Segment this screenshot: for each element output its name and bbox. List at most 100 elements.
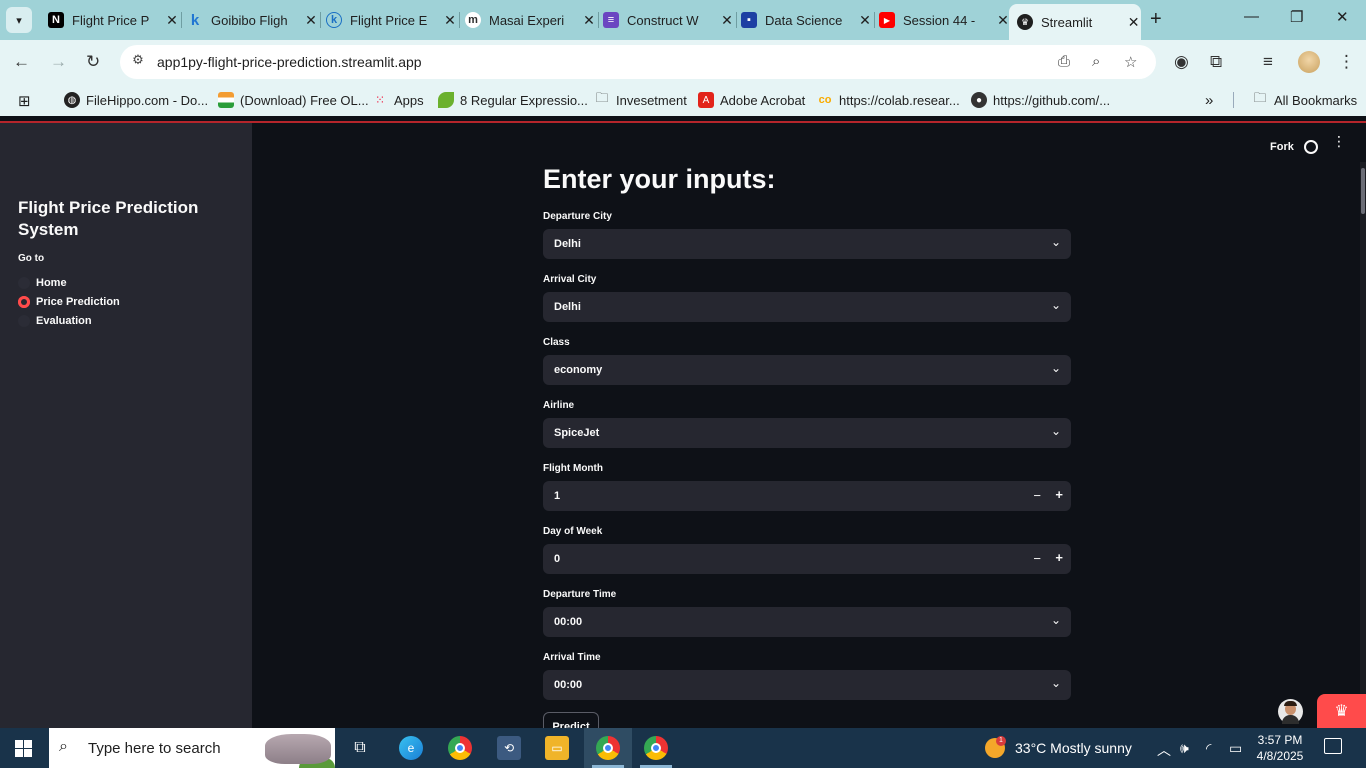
- flight-month-input[interactable]: 1 − +: [543, 481, 1071, 511]
- windows-start-icon[interactable]: [15, 740, 32, 757]
- number-value[interactable]: 0: [554, 553, 560, 565]
- profile-avatar[interactable]: [1298, 51, 1320, 73]
- airline-label: Airline: [543, 400, 575, 411]
- chevron-down-icon: ⌄: [1050, 235, 1061, 249]
- increment-button[interactable]: +: [1055, 487, 1063, 502]
- url-text[interactable]: app1py-flight-price-prediction.streamlit…: [157, 54, 422, 70]
- day-of-week-input[interactable]: 0 − +: [543, 544, 1071, 574]
- search-placeholder[interactable]: Type here to search: [88, 740, 221, 757]
- fork-button[interactable]: Fork: [1270, 141, 1294, 153]
- tab-search-button[interactable]: ▾: [6, 7, 32, 33]
- tab-goibibo[interactable]: k Goibibo Fligh ✕: [179, 6, 321, 34]
- departure-city-select[interactable]: Delhi ⌄: [543, 229, 1071, 259]
- install-app-icon[interactable]: ⎙: [1058, 53, 1070, 70]
- taskbar-search-box[interactable]: ⌕ Type here to search: [49, 728, 335, 768]
- streamlit-crown-button[interactable]: ♛: [1317, 694, 1366, 728]
- bookmark-apps[interactable]: ⁙ Apps: [372, 92, 424, 108]
- apps-grid-icon[interactable]: ⊞: [18, 92, 31, 110]
- chevron-down-icon: ▾: [16, 14, 22, 27]
- restore-button[interactable]: ❐: [1290, 8, 1303, 26]
- bookmark-label: (Download) Free OL...: [240, 92, 369, 108]
- extension-mouse-icon[interactable]: ◉: [1174, 52, 1189, 72]
- bookmark-github[interactable]: ● https://github.com/...: [971, 92, 1110, 108]
- bookmark-colab[interactable]: co https://colab.resear...: [817, 92, 960, 108]
- decrement-button[interactable]: −: [1033, 551, 1041, 566]
- tab-flight-price-1[interactable]: N Flight Price P ✕: [40, 6, 182, 34]
- scrollbar-track[interactable]: [1360, 162, 1366, 728]
- arrival-time-select[interactable]: 00:00 ⌄: [543, 670, 1071, 700]
- system-clock[interactable]: 3:57 PM 4/8/2025: [1250, 732, 1310, 764]
- weather-text[interactable]: 33°C Mostly sunny: [1015, 740, 1132, 756]
- zoom-icon[interactable]: ⌕: [1092, 53, 1100, 70]
- bookmark-filehippo[interactable]: ◍ FileHippo.com - Do...: [64, 92, 208, 108]
- volume-icon[interactable]: 🕪: [1180, 740, 1189, 757]
- flight-month-label: Flight Month: [543, 463, 603, 474]
- bookmark-download-free[interactable]: (Download) Free OL...: [218, 92, 369, 108]
- number-value[interactable]: 1: [554, 490, 560, 502]
- search-highlight-hippo-icon[interactable]: [265, 734, 331, 764]
- address-bar[interactable]: ⚙ app1py-flight-price-prediction.streaml…: [120, 45, 1156, 79]
- tab-masai[interactable]: m Masai Experi ✕: [457, 6, 599, 34]
- back-arrow-icon[interactable]: ←: [13, 52, 30, 72]
- sidebar-item-evaluation[interactable]: Evaluation: [18, 315, 92, 327]
- sidebar-item-price-prediction[interactable]: Price Prediction: [18, 296, 120, 308]
- chrome-profile-icon[interactable]: [596, 736, 620, 760]
- tab-streamlit[interactable]: ♛ Streamlit ✕: [1009, 4, 1141, 40]
- task-view-icon[interactable]: ⧉: [348, 736, 372, 760]
- airline-select[interactable]: SpiceJet ⌄: [543, 418, 1071, 448]
- departure-time-select[interactable]: 00:00 ⌄: [543, 607, 1071, 637]
- chrome-menu-icon[interactable]: ⋮: [1338, 52, 1355, 72]
- window-close-button[interactable]: ✕: [1336, 8, 1349, 26]
- close-icon[interactable]: ✕: [303, 12, 319, 29]
- media-control-icon[interactable]: ≡: [1263, 52, 1273, 72]
- radio-button[interactable]: [18, 315, 30, 327]
- tab-data-science[interactable]: ▪ Data Science ✕: [733, 6, 875, 34]
- all-bookmarks[interactable]: 🗀 All Bookmarks: [1252, 90, 1358, 108]
- chrome-icon[interactable]: [448, 736, 472, 760]
- site-info-icon[interactable]: ⚙: [128, 52, 148, 72]
- new-tab-button[interactable]: +: [1150, 8, 1162, 31]
- scrollbar-thumb[interactable]: [1361, 168, 1365, 214]
- tab-construct[interactable]: ≡ Construct W ✕: [595, 6, 737, 34]
- close-icon[interactable]: ✕: [1126, 14, 1141, 31]
- close-icon[interactable]: ✕: [442, 12, 458, 29]
- more-bookmarks-chevron[interactable]: »: [1205, 92, 1213, 109]
- class-select[interactable]: economy ⌄: [543, 355, 1071, 385]
- radio-button[interactable]: [18, 277, 30, 289]
- kaggle-icon: k: [326, 12, 342, 28]
- close-icon[interactable]: ✕: [164, 12, 180, 29]
- windows-taskbar: ⌕ Type here to search ⧉ e ⟲ ▭ 1 33°C Mos…: [0, 728, 1366, 768]
- notification-center-icon[interactable]: [1324, 738, 1342, 754]
- reload-icon[interactable]: ↻: [86, 52, 100, 72]
- increment-button[interactable]: +: [1055, 550, 1063, 565]
- notion-icon: N: [48, 12, 64, 28]
- user-avatar[interactable]: [1278, 699, 1303, 724]
- predict-button[interactable]: Predict: [543, 712, 599, 728]
- tab-flight-price-2[interactable]: k Flight Price E ✕: [318, 6, 460, 34]
- bookmark-label: Adobe Acrobat: [720, 92, 806, 108]
- decrement-button[interactable]: −: [1033, 488, 1041, 503]
- masai-icon: m: [465, 12, 481, 28]
- extensions-puzzle-icon[interactable]: ⧉: [1210, 52, 1222, 72]
- minimize-button[interactable]: —: [1244, 8, 1259, 25]
- sidebar-item-home[interactable]: Home: [18, 277, 67, 289]
- tab-session-44[interactable]: ▶ Session 44 - ✕: [871, 6, 1011, 34]
- bookmark-star-icon[interactable]: ☆: [1124, 53, 1137, 71]
- tab-title: Session 44 -: [903, 12, 976, 28]
- mysql-workbench-icon[interactable]: ⟲: [497, 736, 521, 760]
- bookmark-invesetment[interactable]: 🗀 Invesetment: [594, 90, 686, 108]
- chrome-profile-p-icon[interactable]: [644, 736, 668, 760]
- wifi-icon[interactable]: ◜: [1206, 740, 1211, 757]
- bookmark-regex[interactable]: 8 Regular Expressio...: [438, 92, 588, 108]
- main-menu-icon[interactable]: ⋮: [1332, 134, 1346, 148]
- tray-chevron-up-icon[interactable]: ︿: [1157, 740, 1171, 760]
- arrival-city-select[interactable]: Delhi ⌄: [543, 292, 1071, 322]
- all-bookmarks-label: All Bookmarks: [1274, 92, 1358, 108]
- github-icon[interactable]: [1304, 140, 1318, 154]
- battery-icon[interactable]: ▭: [1229, 740, 1242, 757]
- forward-arrow-icon[interactable]: →: [50, 52, 67, 72]
- bookmark-adobe-acrobat[interactable]: A Adobe Acrobat: [698, 92, 805, 108]
- edge-icon[interactable]: e: [399, 736, 423, 760]
- radio-button-selected[interactable]: [18, 296, 30, 308]
- file-explorer-icon[interactable]: ▭: [545, 736, 569, 760]
